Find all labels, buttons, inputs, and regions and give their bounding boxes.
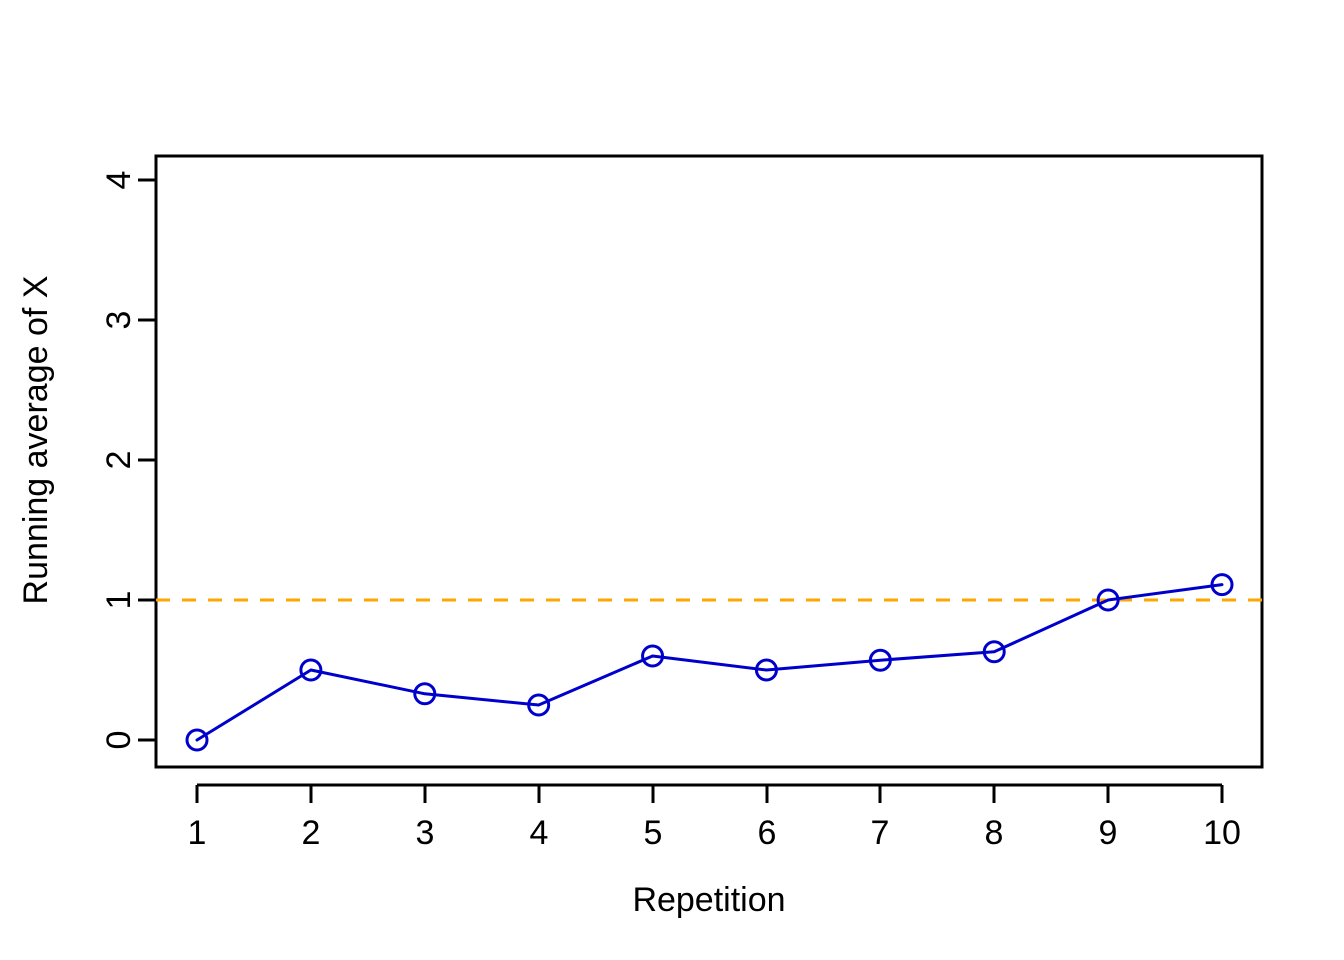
x-tick-label-10: 10 bbox=[1203, 814, 1241, 852]
y-axis-title: Running average of X bbox=[17, 276, 55, 605]
y-tick-label-2: 2 bbox=[100, 451, 138, 470]
y-tick-label-4: 4 bbox=[100, 171, 138, 190]
running-average-line-chart: 0 1 2 3 4 Running average of X 1 2 3 4 5 bbox=[0, 0, 1344, 960]
x-tick-label-2: 2 bbox=[302, 814, 321, 852]
x-tick-label-5: 5 bbox=[644, 814, 663, 852]
x-tick-label-3: 3 bbox=[416, 814, 435, 852]
x-tick-label-7: 7 bbox=[871, 814, 890, 852]
x-tick-label-8: 8 bbox=[985, 814, 1004, 852]
y-tick-label-1: 1 bbox=[100, 591, 138, 610]
y-tick-label-3: 3 bbox=[100, 311, 138, 330]
chart-canvas: 0 1 2 3 4 Running average of X 1 2 3 4 5 bbox=[0, 0, 1344, 960]
x-tick-label-6: 6 bbox=[758, 814, 777, 852]
x-tick-label-1: 1 bbox=[188, 814, 207, 852]
x-tick-label-9: 9 bbox=[1099, 814, 1118, 852]
y-tick-label-0: 0 bbox=[100, 731, 138, 750]
x-tick-label-4: 4 bbox=[530, 814, 549, 852]
x-axis-title: Repetition bbox=[632, 881, 785, 919]
